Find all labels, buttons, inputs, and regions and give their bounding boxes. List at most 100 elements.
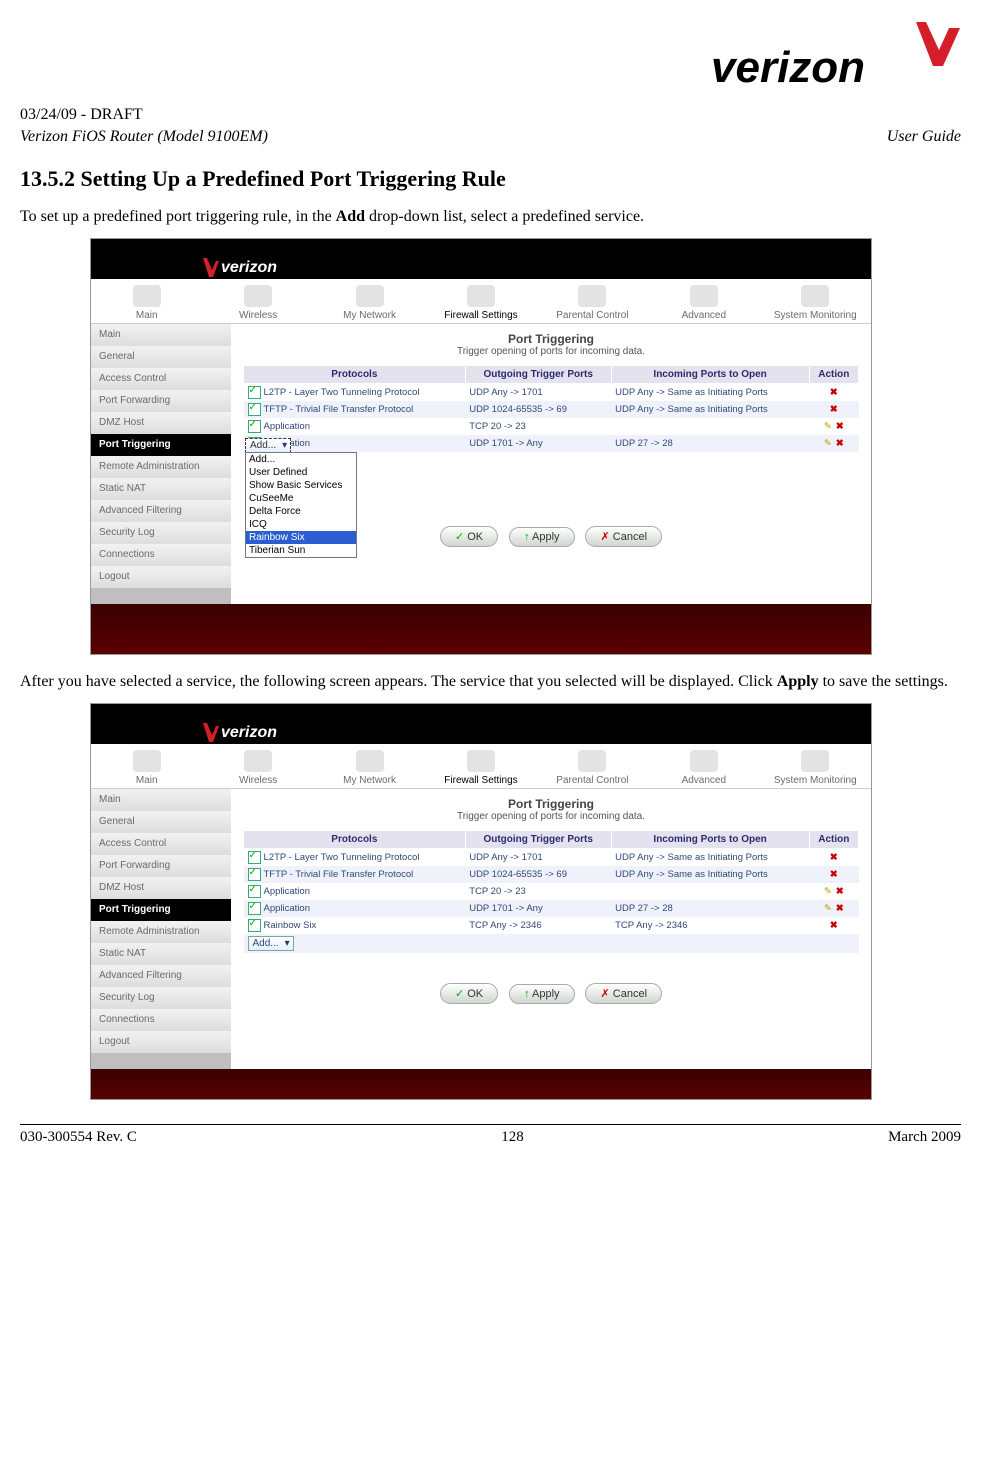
cancel-button[interactable]: ✗ Cancel [585,526,662,547]
dropdown-option[interactable]: Rainbow Six [246,531,356,544]
dropdown-option[interactable]: Tiberian Sun [246,544,356,557]
port-triggering-table: ProtocolsOutgoing Trigger PortsIncoming … [243,830,859,953]
delete-icon[interactable]: ✖ [830,852,838,863]
sidebar-item[interactable]: Remote Administration [91,456,231,478]
sidebar-item[interactable]: Port Triggering [91,899,231,921]
page-title: Port Triggering [243,797,859,811]
edit-icon[interactable]: ✎ [824,903,832,914]
sidebar-item[interactable]: Port Forwarding [91,855,231,877]
footer-right: March 2009 [888,1129,961,1146]
nav-item[interactable]: Wireless [202,750,313,786]
sidebar-item[interactable]: Advanced Filtering [91,500,231,522]
cancel-button[interactable]: ✗ Cancel [585,983,662,1004]
ok-button[interactable]: ✓ OK [440,983,498,1004]
page-subtitle: Trigger opening of ports for incoming da… [243,811,859,822]
checkbox[interactable] [248,902,261,915]
verizon-logo-small: verizon [201,722,277,744]
column-header: Incoming Ports to Open [611,831,809,849]
sidebar-item[interactable]: Port Forwarding [91,390,231,412]
nav-item[interactable]: Firewall Settings [425,285,536,321]
nav-item[interactable]: System Monitoring [760,285,871,321]
nav-item[interactable]: System Monitoring [760,750,871,786]
sidebar-item[interactable]: General [91,346,231,368]
sidebar-item[interactable]: General [91,811,231,833]
section-heading: 13.5.2 Setting Up a Predefined Port Trig… [20,166,961,192]
delete-icon[interactable]: ✖ [836,421,844,432]
sidebar-item[interactable]: Access Control [91,833,231,855]
delete-icon[interactable]: ✖ [830,920,838,931]
sidebar-item[interactable]: Connections [91,544,231,566]
nav-item[interactable]: Advanced [648,750,759,786]
sidebar-item[interactable]: Port Triggering [91,434,231,456]
nav-item[interactable]: Wireless [202,285,313,321]
delete-icon[interactable]: ✖ [830,869,838,880]
sidebar-item[interactable]: Connections [91,1009,231,1031]
sidebar-item[interactable]: Main [91,324,231,346]
sidebar-item[interactable]: Logout [91,1031,231,1053]
nav-item[interactable]: My Network [314,285,425,321]
checkbox[interactable] [248,885,261,898]
delete-icon[interactable]: ✖ [836,438,844,449]
apply-button[interactable]: ↑ Apply [509,984,574,1004]
checkbox[interactable] [248,403,261,416]
delete-icon[interactable]: ✖ [836,886,844,897]
nav-item[interactable]: Advanced [648,285,759,321]
screenshot-1: verizon MainWirelessMy NetworkFirewall S… [90,238,872,655]
svg-text:verizon: verizon [711,43,865,92]
dropdown-option[interactable]: Show Basic Services [246,479,356,492]
table-row: TFTP - Trivial File Transfer ProtocolUDP… [244,866,859,883]
column-header: Protocols [244,366,466,384]
nav-item[interactable]: My Network [314,750,425,786]
table-row: ApplicationUDP 1701 -> AnyUDP 27 -> 28✎✖ [244,900,859,917]
page-subtitle: Trigger opening of ports for incoming da… [243,346,859,357]
checkbox[interactable] [248,919,261,932]
checkbox[interactable] [248,386,261,399]
footer-left: 030-300554 Rev. C [20,1129,137,1146]
dropdown-option[interactable]: User Defined [246,466,356,479]
column-header: Action [809,831,858,849]
add-dropdown[interactable]: Add... [248,936,294,951]
delete-icon[interactable]: ✖ [830,404,838,415]
nav-item[interactable]: Main [91,285,202,321]
sidebar-item[interactable]: Main [91,789,231,811]
footer-center: 128 [501,1129,524,1146]
edit-icon[interactable]: ✎ [824,421,832,432]
model-name: Verizon FiOS Router (Model 9100EM) [20,128,268,146]
top-nav: MainWirelessMy NetworkFirewall SettingsP… [91,744,871,789]
screenshot-2: verizon MainWirelessMy NetworkFirewall S… [90,703,872,1100]
sidebar-item[interactable]: Remote Administration [91,921,231,943]
column-header: Outgoing Trigger Ports [465,366,611,384]
dropdown-option[interactable]: ICQ [246,518,356,531]
add-dropdown[interactable]: Add... [245,438,291,453]
sidebar-item[interactable]: Security Log [91,522,231,544]
edit-icon[interactable]: ✎ [824,438,832,449]
ok-button[interactable]: ✓ OK [440,526,498,547]
column-header: Protocols [244,831,466,849]
dropdown-option[interactable]: Add... [246,453,356,466]
nav-item[interactable]: Parental Control [537,285,648,321]
doc-type: User Guide [887,128,961,146]
checkbox[interactable] [248,868,261,881]
delete-icon[interactable]: ✖ [836,903,844,914]
delete-icon[interactable]: ✖ [830,387,838,398]
sidebar-item[interactable]: DMZ Host [91,877,231,899]
edit-icon[interactable]: ✎ [824,886,832,897]
nav-item[interactable]: Main [91,750,202,786]
nav-item[interactable]: Firewall Settings [425,750,536,786]
sidebar-item[interactable]: Advanced Filtering [91,965,231,987]
dropdown-option[interactable]: CuSeeMe [246,492,356,505]
sidebar-item[interactable]: Security Log [91,987,231,1009]
column-header: Outgoing Trigger Ports [465,831,611,849]
port-triggering-table: ProtocolsOutgoing Trigger PortsIncoming … [243,365,859,452]
sidebar-item[interactable]: DMZ Host [91,412,231,434]
sidebar-item[interactable]: Access Control [91,368,231,390]
checkbox[interactable] [248,851,261,864]
sidebar-item[interactable]: Static NAT [91,943,231,965]
nav-item[interactable]: Parental Control [537,750,648,786]
checkbox[interactable] [248,420,261,433]
sidebar-item[interactable]: Static NAT [91,478,231,500]
sidebar-item[interactable]: Logout [91,566,231,588]
apply-button[interactable]: ↑ Apply [509,527,574,547]
dropdown-option[interactable]: Delta Force [246,505,356,518]
add-dropdown-list[interactable]: Add...User DefinedShow Basic ServicesCuS… [245,452,357,558]
